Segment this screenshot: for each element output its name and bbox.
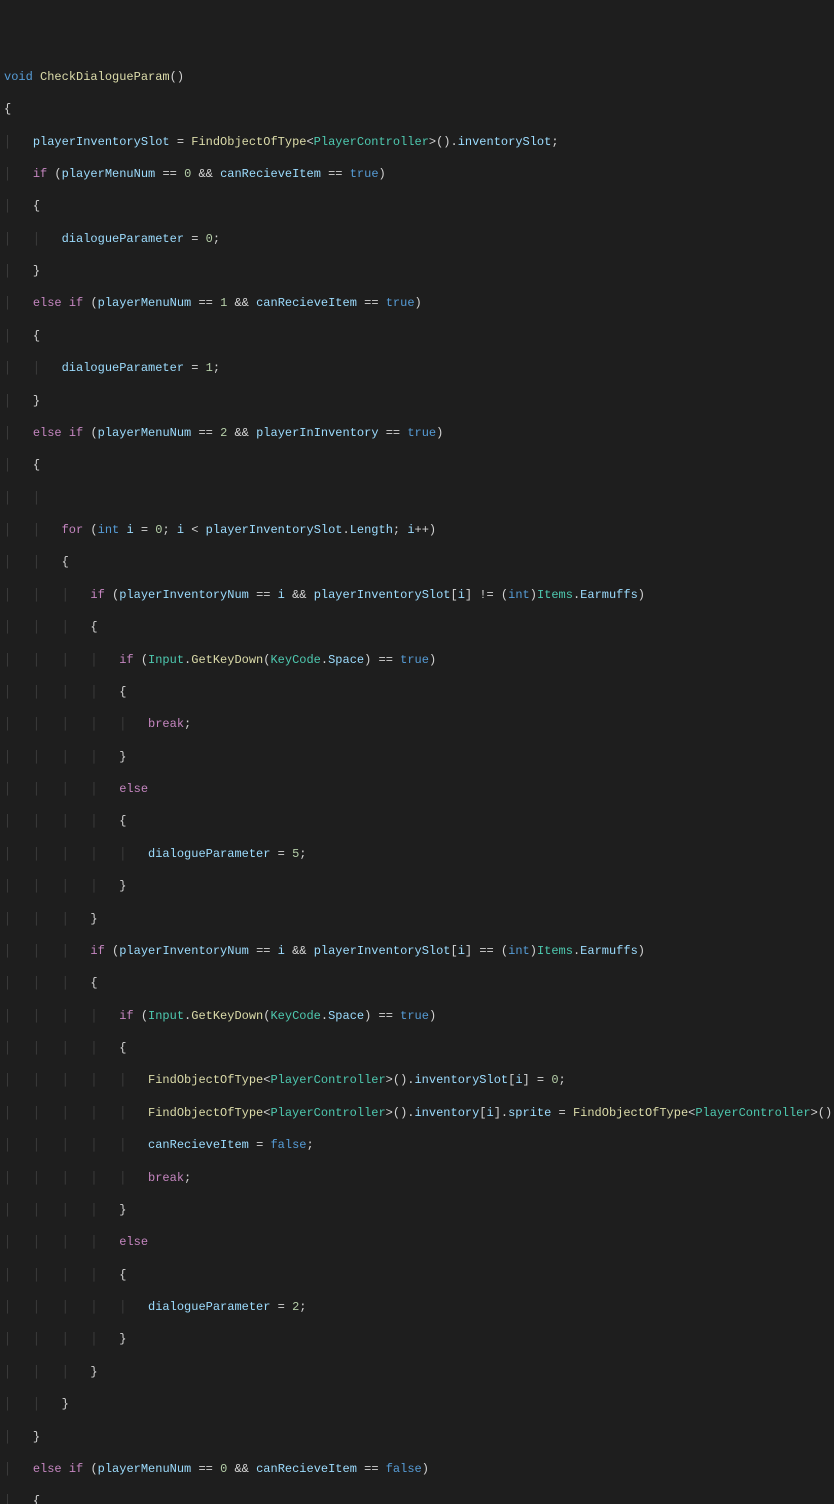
code-line: │ { (4, 198, 830, 214)
code-line: │ { (4, 1493, 830, 1504)
code-line: │ │ │ │ } (4, 1202, 830, 1218)
code-line: │ │ │ │ } (4, 749, 830, 765)
code-line: │ │ (4, 490, 830, 506)
code-line: │ │ │ │ │ canRecieveItem = false; (4, 1137, 830, 1153)
code-line: │ │ } (4, 1396, 830, 1412)
code-line: │ } (4, 1429, 830, 1445)
code-line: │ │ │ │ { (4, 684, 830, 700)
code-line: │ │ │ if (playerInventoryNum == i && pla… (4, 943, 830, 959)
code-line: │ else if (playerMenuNum == 1 && canReci… (4, 295, 830, 311)
code-line: │ │ │ │ } (4, 878, 830, 894)
code-line: │ │ │ │ if (Input.GetKeyDown(KeyCode.Spa… (4, 1008, 830, 1024)
code-line: │ } (4, 263, 830, 279)
code-line: │ │ │ │ else (4, 1234, 830, 1250)
code-line: │ │ │ │ if (Input.GetKeyDown(KeyCode.Spa… (4, 652, 830, 668)
code-line: │ } (4, 393, 830, 409)
code-line: │ │ │ } (4, 1364, 830, 1380)
code-line: │ │ │ │ │ FindObjectOfType<PlayerControl… (4, 1072, 830, 1088)
code-line: │ else if (playerMenuNum == 0 && canReci… (4, 1461, 830, 1477)
code-line: │ │ for (int i = 0; i < playerInventoryS… (4, 522, 830, 538)
code-line: │ else if (playerMenuNum == 2 && playerI… (4, 425, 830, 441)
code-line: │ │ │ │ │ break; (4, 716, 830, 732)
code-line: │ │ │ │ │ dialogueParameter = 5; (4, 846, 830, 862)
code-line: │ │ │ { (4, 619, 830, 635)
code-line: │ { (4, 328, 830, 344)
code-line: │ │ │ │ │ dialogueParameter = 2; (4, 1299, 830, 1315)
code-line: │ if (playerMenuNum == 0 && canRecieveIt… (4, 166, 830, 182)
code-line: │ │ │ │ } (4, 1331, 830, 1347)
code-line: │ │ │ │ { (4, 1267, 830, 1283)
code-line: void CheckDialogueParam() (4, 69, 830, 85)
code-line: │ playerInventorySlot = FindObjectOfType… (4, 134, 830, 150)
code-line: { (4, 101, 830, 117)
code-editor[interactable]: void CheckDialogueParam() { │ playerInve… (4, 69, 830, 1504)
code-line: │ │ dialogueParameter = 1; (4, 360, 830, 376)
code-line: │ │ { (4, 554, 830, 570)
code-line: │ │ │ │ else (4, 781, 830, 797)
code-line: │ { (4, 457, 830, 473)
code-line: │ │ │ } (4, 911, 830, 927)
code-line: │ │ │ if (playerInventoryNum == i && pla… (4, 587, 830, 603)
code-line: │ │ │ │ │ FindObjectOfType<PlayerControl… (4, 1105, 830, 1121)
code-line: │ │ │ │ │ break; (4, 1170, 830, 1186)
code-line: │ │ │ { (4, 975, 830, 991)
code-line: │ │ │ │ { (4, 1040, 830, 1056)
code-line: │ │ dialogueParameter = 0; (4, 231, 830, 247)
code-line: │ │ │ │ { (4, 813, 830, 829)
